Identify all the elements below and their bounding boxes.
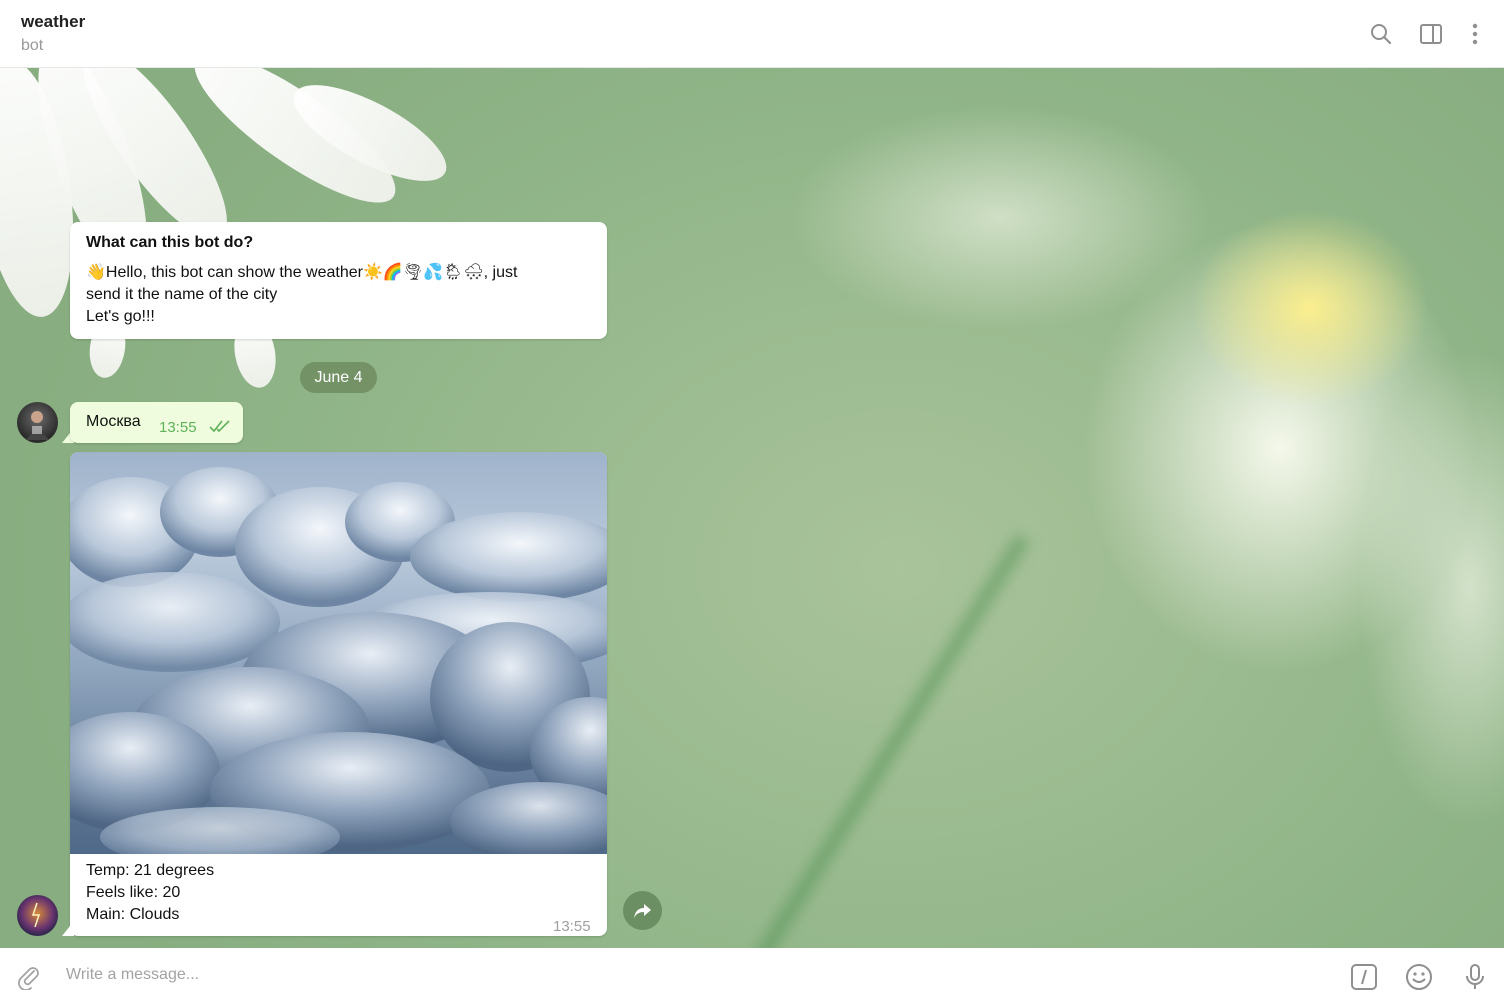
weather-caption: Temp: 21 degrees Feels like: 20 Main: Cl…: [86, 860, 591, 935]
more-vertical-icon[interactable]: [1462, 21, 1488, 47]
user-avatar[interactable]: [17, 402, 58, 443]
message-composer: Write a message...: [0, 948, 1504, 1005]
chat-title[interactable]: weather: [21, 12, 85, 32]
chat-history[interactable]: What can this bot do? 👋Hello, this bot c…: [0, 68, 1504, 948]
message-time: 13:55: [553, 918, 591, 935]
chat-header: weather bot: [0, 0, 1504, 68]
message-text: Москва: [86, 413, 141, 430]
sidebar-toggle-icon[interactable]: [1418, 21, 1444, 47]
bot-info-card: What can this bot do? 👋Hello, this bot c…: [70, 222, 607, 339]
bot-info-title: What can this bot do?: [86, 234, 254, 251]
bot-info-line: send it the name of the city: [86, 286, 278, 303]
outgoing-message[interactable]: Москва 13:55: [70, 402, 243, 443]
attach-icon[interactable]: [14, 962, 44, 992]
forward-icon: [633, 903, 651, 918]
bot-avatar[interactable]: [17, 895, 58, 936]
bot-info-line: 👋Hello, this bot can show the weather☀️🌈…: [86, 264, 518, 281]
double-check-icon: [209, 418, 231, 440]
bot-command-icon[interactable]: [1349, 962, 1379, 992]
chat-subtitle: bot: [21, 37, 44, 54]
incoming-photo-message[interactable]: Temp: 21 degrees Feels like: 20 Main: Cl…: [70, 452, 607, 936]
date-separator: June 4: [300, 362, 377, 393]
emoji-icon[interactable]: [1404, 962, 1434, 992]
search-icon[interactable]: [1368, 21, 1394, 47]
caption-line: Temp: 21 degrees: [86, 862, 215, 879]
caption-line: Feels like: 20: [86, 884, 181, 901]
microphone-icon[interactable]: [1460, 962, 1490, 992]
bot-info-line: Let's go!!!: [86, 308, 155, 325]
message-time: 13:55: [159, 419, 197, 436]
message-input[interactable]: Write a message...: [66, 966, 199, 984]
caption-line: Main: Clouds: [86, 906, 180, 923]
forward-button[interactable]: [623, 891, 662, 930]
clouds-photo[interactable]: [70, 452, 607, 854]
